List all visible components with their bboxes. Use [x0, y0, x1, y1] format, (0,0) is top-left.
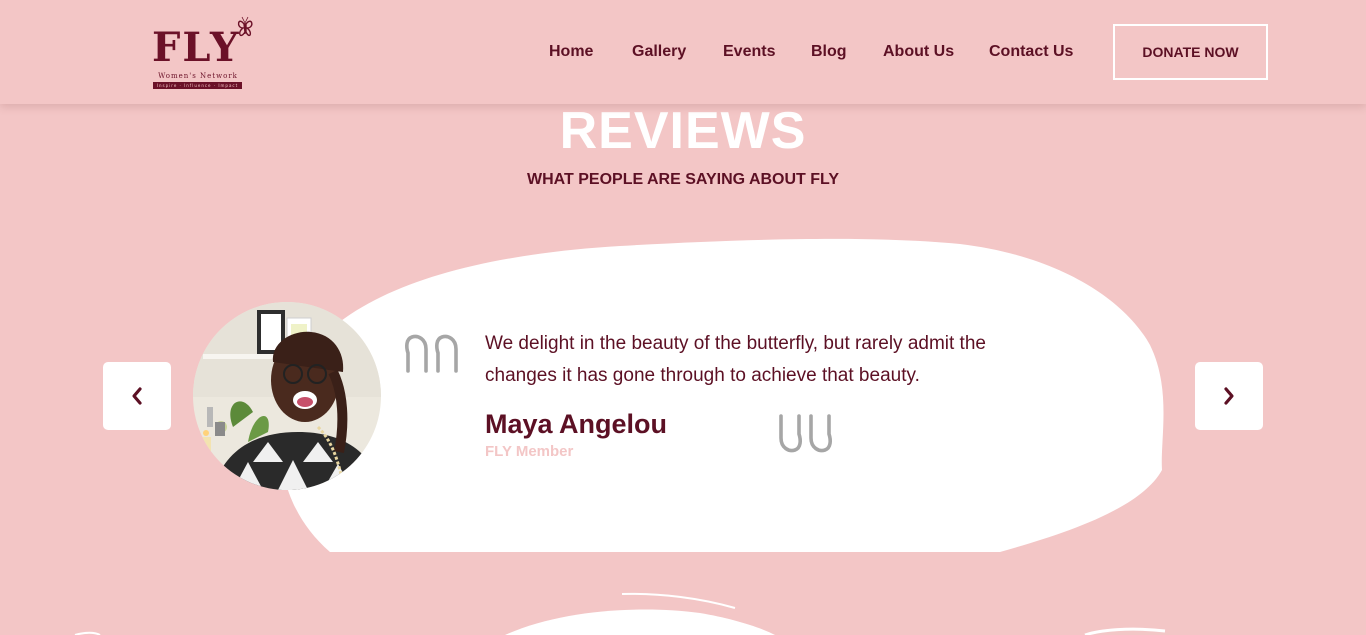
carousel-next-button[interactable]: [1195, 362, 1263, 430]
section-subtitle: WHAT PEOPLE ARE SAYING ABOUT FLY: [526, 171, 840, 188]
testimonial-author: Maya Angelou: [485, 409, 668, 439]
site-header: FLY Women's Network Inspire · Influence …: [0, 0, 1366, 104]
nav-gallery[interactable]: Gallery: [632, 40, 686, 64]
logo-subtitle: Women's Network: [158, 72, 238, 80]
nav-home[interactable]: Home: [549, 40, 593, 64]
quote-open-icon: [405, 334, 458, 373]
section-title: REVIEWS: [559, 102, 807, 160]
decorative-swoosh: [74, 592, 1166, 635]
nav-events[interactable]: Events: [723, 40, 775, 64]
reviewer-avatar: [193, 302, 381, 490]
reviewer-photo: [193, 302, 381, 490]
fly-logo[interactable]: FLY Women's Network Inspire · Influence …: [152, 14, 256, 90]
chevron-left-icon: [132, 387, 142, 405]
butterfly-icon: [237, 16, 253, 37]
nav-about-us[interactable]: About Us: [883, 40, 954, 64]
testimonial-role: FLY Member: [485, 443, 574, 460]
logo-wordmark: FLY: [152, 24, 241, 71]
chevron-right-icon: [1224, 387, 1234, 405]
carousel-prev-button[interactable]: [103, 362, 171, 430]
logo-tagline: Inspire · Influence · Impact: [153, 82, 242, 89]
donate-now-button[interactable]: DONATE NOW: [1113, 24, 1268, 80]
nav-contact-us[interactable]: Contact Us: [989, 40, 1073, 64]
nav-blog[interactable]: Blog: [811, 40, 847, 64]
quote-close-icon: [779, 414, 832, 453]
testimonial-quote: We delight in the beauty of the butterfl…: [485, 333, 986, 386]
